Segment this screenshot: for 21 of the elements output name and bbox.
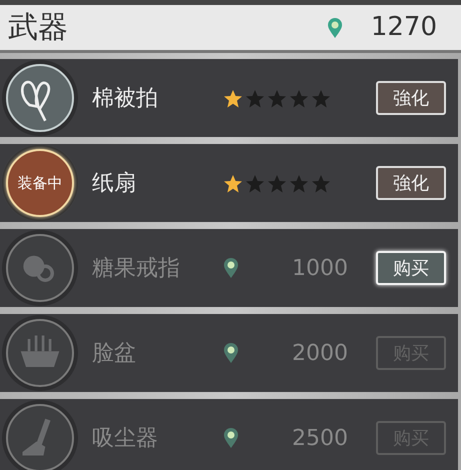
section-title: 武器 <box>8 9 68 47</box>
coin-icon <box>223 257 239 279</box>
item-name: 糖果戒指 <box>91 254 181 282</box>
equipped-label: 装备中 <box>18 172 62 194</box>
item-name: 吸尘器 <box>91 424 159 452</box>
buy-button[interactable]: 购买 <box>376 251 446 285</box>
upgrade-button[interactable]: 強化 <box>376 166 446 200</box>
currency-amount: 1270 <box>370 11 437 44</box>
item-row[interactable]: 装备中 纸扇 強化 <box>0 144 458 222</box>
coin-icon <box>223 342 239 364</box>
upgrade-button[interactable]: 強化 <box>376 81 446 115</box>
price-label: 2500 <box>292 424 348 452</box>
item-row[interactable]: 棉被拍 強化 <box>0 59 458 137</box>
item-row[interactable]: 糖果戒指 1000 购买 <box>0 229 458 307</box>
item-name: 棉被拍 <box>91 84 159 112</box>
coin-icon <box>223 427 239 449</box>
item-name: 纸扇 <box>91 170 137 198</box>
price-label: 1000 <box>292 254 348 282</box>
item-name: 脸盆 <box>91 340 137 368</box>
coin-icon <box>327 17 343 40</box>
price-label: 2000 <box>292 340 348 368</box>
